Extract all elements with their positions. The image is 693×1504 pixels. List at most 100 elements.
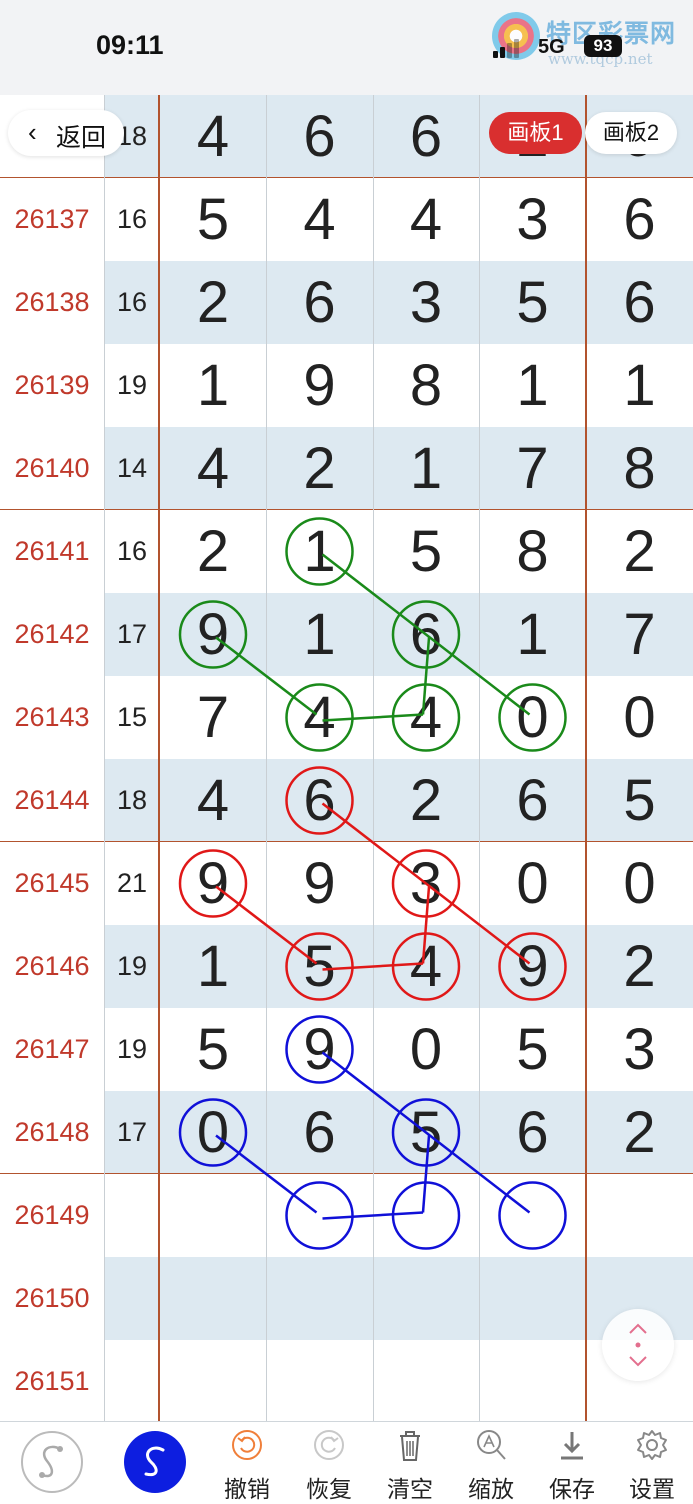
draw-digit-cell[interactable]: 0 <box>586 676 693 759</box>
draw-digit-cell[interactable] <box>160 1257 266 1340</box>
status-time: 09:11 <box>96 30 164 60</box>
settings-button[interactable]: 设置 <box>619 1426 685 1502</box>
draw-digit-cell[interactable]: 2 <box>586 925 693 1008</box>
draw-digit-cell[interactable] <box>266 1257 373 1340</box>
draw-digit-cell[interactable] <box>479 1257 586 1340</box>
zoom-icon <box>477 1430 506 1460</box>
back-button[interactable]: ‹ 返回 <box>8 110 124 156</box>
draw-digit-cell[interactable]: 9 <box>266 344 373 427</box>
draw-digit-cell[interactable]: 1 <box>479 344 586 427</box>
draw-digit-cell[interactable]: 2 <box>160 261 266 344</box>
draw-digit-cell[interactable]: 3 <box>373 261 479 344</box>
draw-digit-cell[interactable]: 3 <box>373 842 479 925</box>
tab-board-2[interactable]: 画板2 <box>585 112 677 154</box>
draw-digit-cell[interactable]: 4 <box>373 925 479 1008</box>
draw-digit-cell[interactable]: 6 <box>373 95 479 178</box>
draw-digit-cell[interactable]: 7 <box>586 593 693 676</box>
draw-digit-cell[interactable]: 9 <box>266 842 373 925</box>
draw-digit-cell[interactable] <box>266 1340 373 1423</box>
draw-digit-cell[interactable]: 8 <box>479 510 586 593</box>
draw-digit-cell[interactable]: 1 <box>373 427 479 510</box>
smooth-line-tool-button[interactable] <box>21 1431 83 1493</box>
draw-digit-cell[interactable] <box>373 1174 479 1257</box>
draw-digit-cell[interactable]: 4 <box>373 178 479 261</box>
draw-digit-cell[interactable]: 6 <box>266 1091 373 1174</box>
draw-digit-cell[interactable]: 9 <box>160 593 266 676</box>
draw-digit-cell[interactable]: 1 <box>266 510 373 593</box>
draw-digit-cell[interactable]: 4 <box>266 178 373 261</box>
draw-digit-cell[interactable]: 4 <box>266 676 373 759</box>
digit-sum <box>104 1257 160 1340</box>
draw-digit-cell[interactable]: 5 <box>160 1008 266 1091</box>
draw-digit-cell[interactable]: 5 <box>160 178 266 261</box>
digit-sum: 19 <box>116 370 148 400</box>
draw-digit-cell[interactable]: 3 <box>586 1008 693 1091</box>
zoom-button[interactable]: 缩放 <box>458 1426 524 1502</box>
draw-digit-cell[interactable]: 5 <box>266 925 373 1008</box>
draw-digit-cell[interactable] <box>479 1340 586 1423</box>
draw-digit-cell[interactable]: 6 <box>266 759 373 842</box>
draw-digit-cell[interactable]: 5 <box>479 261 586 344</box>
draw-digit-cell[interactable]: 6 <box>266 261 373 344</box>
signal-icon <box>493 38 533 58</box>
draw-digit-cell[interactable]: 7 <box>160 676 266 759</box>
pen-stroke-icon <box>144 1446 165 1477</box>
draw-digit-cell[interactable] <box>373 1340 479 1423</box>
draw-digit-cell[interactable]: 7 <box>479 427 586 510</box>
save-button[interactable]: 保存 <box>539 1426 605 1502</box>
draw-digit-cell[interactable]: 2 <box>586 1091 693 1174</box>
draw-digit-cell[interactable]: 2 <box>160 510 266 593</box>
draw-digit-cell[interactable]: 6 <box>586 178 693 261</box>
draw-digit-cell[interactable]: 5 <box>373 1091 479 1174</box>
clear-button[interactable]: 清空 <box>377 1426 443 1502</box>
draw-digit-cell[interactable]: 5 <box>373 510 479 593</box>
draw-digit-cell[interactable] <box>586 1174 693 1257</box>
draw-digit-cell[interactable]: 5 <box>479 1008 586 1091</box>
draw-digit-cell[interactable]: 0 <box>586 842 693 925</box>
digit-sum: 17 <box>116 619 148 649</box>
draw-digit-cell[interactable] <box>266 1174 373 1257</box>
draw-digit-cell[interactable]: 4 <box>160 95 266 178</box>
freehand-pen-tool-button[interactable] <box>124 1431 186 1493</box>
draw-digit-cell[interactable] <box>160 1174 266 1257</box>
draw-digit-cell[interactable]: 0 <box>373 1008 479 1091</box>
back-label: 返回 <box>56 124 107 152</box>
draw-digit-cell[interactable]: 8 <box>586 427 693 510</box>
draw-digit-cell[interactable]: 6 <box>373 593 479 676</box>
draw-digit-cell[interactable]: 2 <box>266 427 373 510</box>
scroll-toggle-button[interactable] <box>602 1309 674 1381</box>
redo-button[interactable]: 恢复 <box>296 1426 362 1502</box>
draw-digit-cell[interactable]: 1 <box>586 344 693 427</box>
tab-board-1[interactable]: 画板1 <box>489 112 582 154</box>
draw-digit-cell[interactable]: 2 <box>373 759 479 842</box>
clear-label: 清空 <box>387 1476 433 1502</box>
draw-digit-cell[interactable]: 6 <box>479 759 586 842</box>
draw-digit-cell[interactable]: 9 <box>160 842 266 925</box>
draw-digit-cell[interactable]: 6 <box>266 95 373 178</box>
draw-digit-cell[interactable]: 6 <box>586 261 693 344</box>
draw-digit-cell[interactable]: 0 <box>479 676 586 759</box>
draw-digit-cell[interactable]: 0 <box>160 1091 266 1174</box>
draw-digit-cell[interactable] <box>160 1340 266 1423</box>
draw-digit-cell[interactable]: 4 <box>160 759 266 842</box>
draw-digit-cell[interactable]: 2 <box>586 510 693 593</box>
draw-digit-cell[interactable] <box>373 1257 479 1340</box>
draw-digit-cell[interactable]: 1 <box>160 925 266 1008</box>
draw-digit-cell[interactable]: 0 <box>479 842 586 925</box>
draw-digit-cell[interactable]: 1 <box>266 593 373 676</box>
digit-sum: 16 <box>116 536 148 566</box>
draw-digit-cell[interactable]: 4 <box>373 676 479 759</box>
draw-digit-cell[interactable]: 6 <box>479 1091 586 1174</box>
digit-sum: 14 <box>116 453 148 483</box>
draw-digit-cell[interactable]: 5 <box>586 759 693 842</box>
draw-digit-cell[interactable]: 1 <box>160 344 266 427</box>
scroll-arrows-icon <box>629 1323 647 1367</box>
draw-digit-cell[interactable]: 9 <box>266 1008 373 1091</box>
draw-digit-cell[interactable]: 8 <box>373 344 479 427</box>
draw-digit-cell[interactable]: 3 <box>479 178 586 261</box>
draw-digit-cell[interactable]: 9 <box>479 925 586 1008</box>
draw-digit-cell[interactable]: 1 <box>479 593 586 676</box>
draw-digit-cell[interactable] <box>479 1174 586 1257</box>
draw-digit-cell[interactable]: 4 <box>160 427 266 510</box>
undo-button[interactable]: 撤销 <box>214 1426 280 1502</box>
